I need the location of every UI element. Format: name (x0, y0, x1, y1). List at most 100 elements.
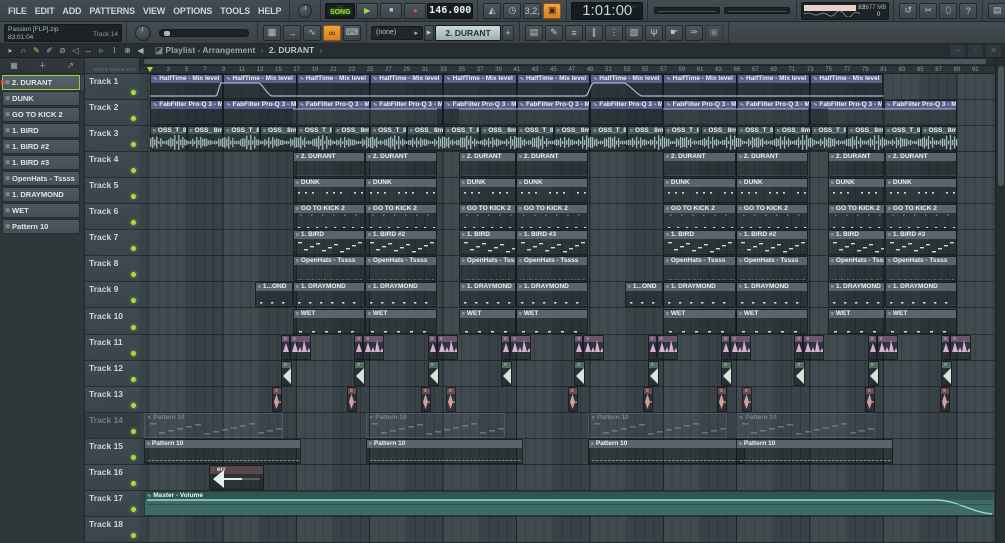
audio-clip-oss[interactable]: ≡OSS_ 8min (186, 126, 224, 152)
automation-clip-halftime[interactable]: ∿ HalfTime - Mix level (223, 74, 297, 100)
track-header-17[interactable]: Track 17 · · · (85, 490, 140, 517)
audio-clip-reverse-cymbal[interactable]: ≡ (574, 360, 586, 386)
audio-clip-crash[interactable]: ≡ (281, 334, 290, 360)
marker-slider-1[interactable] (654, 7, 721, 14)
pattern-clip-hats[interactable]: ≡OpenHats - Tssss (885, 256, 957, 282)
delete-tool-icon[interactable]: ⊘ (56, 46, 69, 55)
audio-clip-oss[interactable]: ≡OSS_T_8min (223, 126, 261, 152)
pattern-item-2-durant[interactable]: ▶ ≣ 2. DURANT (1, 75, 80, 90)
plugin-picker-icon[interactable]: Ψ (645, 24, 663, 41)
pattern-clip-wet[interactable]: ≡ WET (663, 308, 736, 334)
pattern-clip-draymond-cut[interactable]: ≡ 1...OND (625, 282, 663, 308)
automation-clip-halftime[interactable]: ∿ HalfTime - Mix level (370, 74, 444, 100)
audio-clip-tom[interactable]: ≡ (347, 386, 357, 412)
pattern-clip-dunk[interactable]: ≡ DUNK (459, 178, 516, 204)
hint-knob[interactable] (298, 3, 313, 18)
pattern-item-go-to-kick-2[interactable]: ≣ GO TO KICK 2 (2, 107, 80, 122)
paint-icon[interactable]: ✐ (43, 46, 56, 55)
audio-clip-reverse-cymbal[interactable]: ≡ (794, 360, 806, 386)
slip-tool-icon[interactable]: ↔ (82, 46, 95, 55)
breadcrumb-pattern[interactable]: 2. DURANT (269, 45, 314, 55)
pattern-item-openhats-tssss[interactable]: ≣ OpenHats - Tssss (2, 171, 80, 186)
pattern-add-button[interactable]: + (502, 24, 514, 41)
automation-clip-master-volume[interactable]: ∿ Master - Volume (144, 490, 995, 516)
pattern-clip-dunk[interactable]: ≡ DUNK (663, 178, 736, 204)
track-mute-led[interactable] (131, 116, 136, 122)
menu-view[interactable]: VIEW (139, 6, 169, 16)
browser-icon[interactable]: ▧ (625, 24, 643, 41)
automation-clip-fabfilter[interactable]: ∿FabFilter Pro-Q 3 - Mix level (810, 100, 884, 126)
audio-clip-crash[interactable]: ≡ (501, 334, 511, 360)
pattern-clip-bird[interactable]: ≡ 1. BIRD (293, 230, 365, 256)
audio-clip-crash[interactable]: ≡ (794, 334, 804, 360)
pattern-clip-pattern10[interactable]: ≡ Pattern 10 (144, 438, 301, 464)
track-mute-led[interactable] (131, 376, 136, 382)
track-header-15[interactable]: Track 15 · · · (85, 438, 140, 465)
automation-clip-fabfilter[interactable]: ∿FabFilter Pro-Q 3 - Mix level (296, 100, 371, 126)
automation-clip-fabfilter[interactable]: ∿FabFilter Pro-Q 3 - Mix level (223, 100, 297, 126)
pattern-clip-durant[interactable]: ≡ 2. DURANT (736, 152, 808, 178)
pattern-clip-hats[interactable]: ≡OpenHats - Tssss (736, 256, 808, 282)
slide-curve-icon[interactable]: ∿ (303, 24, 321, 41)
audio-clip-tom[interactable]: ≡ (717, 386, 727, 412)
pattern-clip-dunk[interactable]: ≡ DUNK (828, 178, 885, 204)
audio-clip-crash[interactable]: ≡ (290, 334, 311, 360)
pattern-clip-durant[interactable]: ≡ 2. DURANT (459, 152, 516, 178)
automation-clip-halftime[interactable]: ∿ HalfTime - Mix level (296, 74, 371, 100)
pattern-clip-draymond[interactable]: ≡ 1. DRAYMOND (885, 282, 957, 308)
pattern-clip-kick[interactable]: ≡ GO TO KICK 2 (663, 204, 736, 230)
pattern-clip-bird[interactable]: ≡ 1. BIRD #2 (736, 230, 808, 256)
audio-clip-crash[interactable]: ≡ (867, 334, 877, 360)
track-mute-led[interactable] (131, 272, 136, 278)
pattern-clip-durant[interactable]: ≡ 2. DURANT (293, 152, 365, 178)
playhead-marker[interactable] (147, 67, 153, 72)
audio-clip-crash[interactable]: ≡ (427, 334, 437, 360)
track-mute-led[interactable] (131, 428, 136, 434)
audio-clip-tom[interactable]: ≡ (272, 386, 282, 412)
automation-clip-halftime[interactable]: ∿ HalfTime - Mix level (590, 74, 664, 100)
track-mute-led[interactable] (131, 90, 136, 96)
pattern-clip-wet[interactable]: ≡ WET (293, 308, 365, 334)
wait-input-icon[interactable]: ◷ (503, 2, 522, 19)
timeline-ruler[interactable]: 3 5 7 9 11 13 15 17 19 21 23 25 27 29 31 33 35 37 39 41 43 45… (140, 66, 995, 74)
audio-clip-tom[interactable]: ≡ (940, 386, 950, 412)
playlist-row-16[interactable] (140, 465, 995, 491)
play-button[interactable]: ▶ (356, 2, 379, 19)
pattern-clip-hats[interactable]: ≡OpenHats - Tssss (828, 256, 885, 282)
audio-clip-oss[interactable]: ≡OSS_ 8min (847, 126, 884, 152)
audio-clip-oss[interactable]: ≡OSS_T_8min (517, 126, 554, 152)
audio-clip-oss[interactable]: ≡OSS_T_8min (370, 126, 407, 152)
audio-clip-crash[interactable]: ≡ (876, 334, 898, 360)
audio-clip-crash[interactable]: ≡ (574, 334, 584, 360)
pattern-clip-dunk[interactable]: ≡ DUNK (736, 178, 808, 204)
track-mute-led[interactable] (131, 298, 136, 304)
piano-roll-panel-icon[interactable]: ✎ (545, 24, 563, 41)
pattern-clip-draymond[interactable]: ≡ 1. DRAYMOND (663, 282, 736, 308)
automation-clip-halftime[interactable]: ∿ HalfTime - Mix level (516, 74, 591, 100)
audio-clip-tom[interactable]: ≡ (421, 386, 431, 412)
track-mute-led[interactable] (131, 168, 136, 174)
typing-keyboard-icon[interactable]: ⌨ (343, 24, 361, 41)
automation-clip-halftime[interactable]: ∿ HalfTime - Mix level (736, 74, 811, 100)
track-mute-led[interactable] (131, 246, 136, 252)
audio-clip-oss[interactable]: ≡OSS_ 8min (773, 126, 811, 152)
playlist-grid[interactable]: ∿ HalfTime - Mix level ∿ HalfTime - Mix lev… (140, 74, 995, 543)
hand-icon[interactable]: ✑ (685, 24, 703, 41)
menu-help[interactable]: HELP (254, 6, 285, 16)
pattern-clip-hats[interactable]: ≡OpenHats - Tssss (293, 256, 365, 282)
audio-clip-oss[interactable]: ≡OSS_T_8min (737, 126, 774, 152)
playlist-row-18[interactable] (140, 517, 995, 543)
track-header-12[interactable]: Track 12 · · · (85, 360, 140, 387)
automation-clip-fabfilter[interactable]: ∿FabFilter Pro-Q 3 - Mix level (590, 100, 664, 126)
audio-clip-reverse-cymbal[interactable]: ≡ (941, 360, 953, 386)
track-header-10[interactable]: Track 10 · · · (85, 308, 140, 335)
ghost-clip-pattern10[interactable]: ✕ Pattern 10 (736, 412, 875, 438)
track-header-11[interactable]: Track 11 · · · (85, 334, 140, 361)
track-header-14[interactable]: Track 14 · · · (85, 412, 140, 439)
audio-clip-tom[interactable]: ≡ (865, 386, 875, 412)
audio-clip-crash[interactable]: ≡ (583, 334, 605, 360)
audio-clip-oss[interactable]: ≡OSS_T_8min (663, 126, 701, 152)
mute-tool-icon[interactable]: ◁ (69, 46, 82, 55)
audio-clip-tom[interactable]: ≡ (446, 386, 456, 412)
audio-clip-oss[interactable]: ≡OSS_T_8min (296, 126, 334, 152)
